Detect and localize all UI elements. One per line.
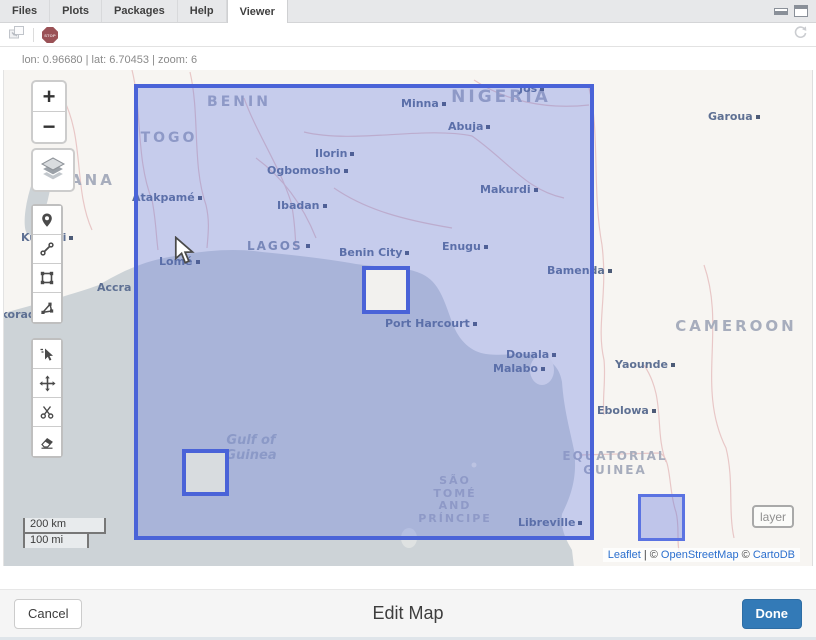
done-button[interactable]: Done: [742, 599, 803, 629]
drawn-rectangle-hole-sea[interactable]: [182, 449, 229, 496]
move-icon: [39, 375, 56, 392]
edit-drag-button[interactable]: [33, 340, 61, 369]
tab-files[interactable]: Files: [0, 0, 50, 22]
leaflet-link[interactable]: Leaflet: [608, 549, 641, 561]
leaflet-map[interactable]: GHANATOGOBENINNIGERIACAMEROONEQUATORIALG…: [3, 70, 813, 566]
edit-move-button[interactable]: [33, 369, 61, 398]
draw-polygon-button[interactable]: [33, 293, 61, 322]
zoom-out-button[interactable]: −: [33, 112, 65, 142]
scissors-icon: [39, 404, 55, 420]
edit-erase-button[interactable]: [33, 427, 61, 456]
zoom-in-button[interactable]: +: [33, 82, 65, 112]
layer-button[interactable]: layer: [752, 505, 794, 528]
rectangle-icon: [39, 270, 55, 286]
edit-cut-button[interactable]: [33, 398, 61, 427]
openstreetmap-link[interactable]: OpenStreetMap: [661, 549, 739, 561]
draw-rectangle-button[interactable]: [33, 264, 61, 293]
draw-toolbar: [31, 204, 63, 324]
copyright-symbol: ©: [650, 549, 658, 561]
polyline-icon: [39, 241, 55, 257]
gadget-footer: Cancel Edit Map Done: [0, 589, 816, 640]
drawn-rectangle-small[interactable]: [638, 494, 685, 541]
viewer-toolbar: STOP: [0, 24, 816, 47]
scale-control: 200 km 100 mi: [23, 518, 106, 548]
zoom-control: + −: [31, 80, 67, 144]
refresh-icon[interactable]: [793, 25, 808, 45]
draw-polyline-button[interactable]: [33, 235, 61, 264]
scale-mi: 100 mi: [23, 532, 89, 548]
pane-tab-bar: FilesPlotsPackagesHelpViewer: [0, 0, 816, 23]
stop-button[interactable]: STOP: [42, 27, 58, 43]
map-attribution: Leaflet | © OpenStreetMap © CartoDB: [603, 548, 800, 562]
minimize-icon[interactable]: [774, 8, 788, 15]
maximize-icon[interactable]: [794, 5, 808, 17]
marker-icon: [39, 212, 55, 228]
cartodb-link[interactable]: CartoDB: [753, 549, 795, 561]
eraser-icon: [39, 434, 55, 450]
attribution-separator: |: [644, 549, 647, 561]
layers-icon: [39, 157, 67, 183]
toolbar-separator: [33, 28, 34, 42]
copyright-symbol-2: ©: [742, 549, 750, 561]
tab-viewer[interactable]: Viewer: [227, 0, 288, 23]
tab-packages[interactable]: Packages: [102, 0, 178, 22]
tab-help[interactable]: Help: [178, 0, 227, 22]
rstudio-viewer-pane: FilesPlotsPackagesHelpViewer STOP lon: 0…: [0, 0, 816, 640]
tab-container: FilesPlotsPackagesHelpViewer: [0, 0, 288, 22]
window-controls: [774, 0, 816, 22]
page-title: Edit Map: [0, 603, 816, 624]
tab-plots[interactable]: Plots: [50, 0, 102, 22]
map-coordinates-status: lon: 0.96680 | lat: 6.70453 | zoom: 6: [0, 48, 816, 70]
polygon-icon: [39, 300, 55, 316]
open-in-new-window-icon[interactable]: [8, 25, 25, 45]
edit-toolbar: [31, 338, 63, 458]
drawn-rectangle-hole-warri[interactable]: [362, 266, 410, 314]
layers-control[interactable]: [31, 148, 75, 192]
draw-marker-button[interactable]: [33, 206, 61, 235]
drag-cursor-icon: [39, 346, 55, 362]
cancel-button[interactable]: Cancel: [14, 599, 82, 629]
